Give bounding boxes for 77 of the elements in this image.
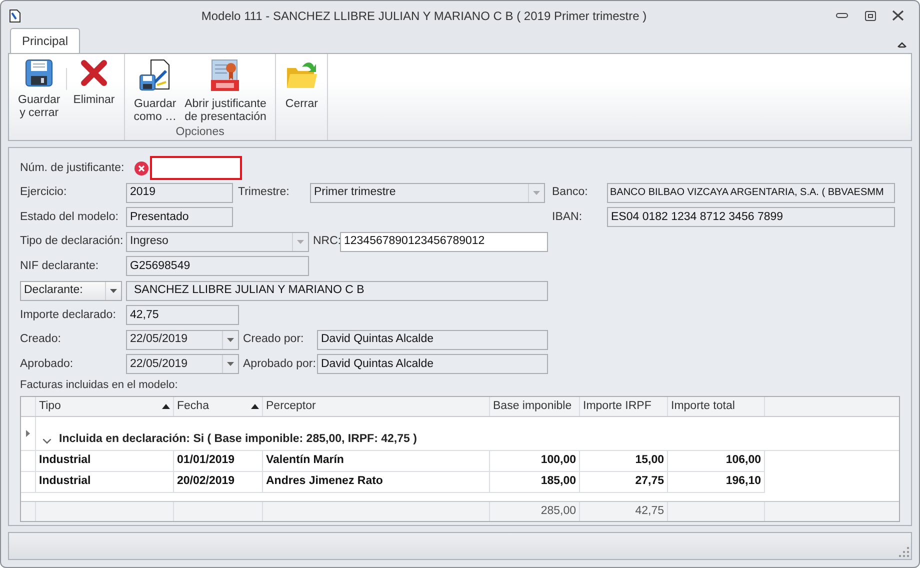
table-cell: 01/01/2019 xyxy=(174,450,263,472)
error-icon xyxy=(134,160,149,176)
table-cell: 196,10 xyxy=(668,472,765,493)
table-cell: Valentín Marín xyxy=(263,450,490,472)
aprobado-por-field[interactable]: David Quintas Alcalde xyxy=(317,354,548,374)
field-label: Ejercicio: xyxy=(20,185,68,200)
trimestre-combo[interactable]: Primer trimestre xyxy=(310,182,545,203)
total-cell-text: 285,00 xyxy=(540,504,576,519)
declarante-field[interactable]: SANCHEZ LLIBRE JULIAN Y MARIANO C B xyxy=(126,280,548,301)
table-cell: 27,75 xyxy=(580,472,668,493)
nif-field[interactable]: G25698549 xyxy=(126,256,309,276)
column-header[interactable]: Perceptor xyxy=(263,396,490,416)
chevron-down-icon[interactable] xyxy=(43,438,51,444)
ejercicio-field[interactable]: 2019 xyxy=(126,182,233,203)
ribbon-button[interactable]: Guardar y cerrar xyxy=(14,54,64,120)
collapse-ribbon-icon[interactable] xyxy=(897,41,907,48)
pdf-document-icon xyxy=(211,59,240,91)
declarante-combo[interactable]: Declarante: xyxy=(20,280,122,301)
tipo-combo[interactable]: Ingreso xyxy=(126,232,309,252)
ribbon-tab[interactable]: Principal xyxy=(10,28,80,53)
group-label: Opciones xyxy=(176,126,224,138)
field-label: NIF declarante: xyxy=(20,258,100,274)
table-cell: Industrial xyxy=(36,450,174,472)
field-label: Tipo de declaración: xyxy=(20,234,124,250)
table-cell: 100,00 xyxy=(490,450,580,472)
table-cell: Industrial xyxy=(36,472,174,493)
dropdown-icon xyxy=(297,240,304,244)
total-cell-text: 42,75 xyxy=(635,504,664,519)
resize-grip-icon[interactable] xyxy=(899,547,909,557)
ribbon-button[interactable]: Guardar como … xyxy=(130,54,181,124)
row-indicator-icon xyxy=(26,430,30,437)
creado-por-field[interactable]: David Quintas Alcalde xyxy=(317,330,548,350)
window-title: Modelo 111 - SANCHEZ LLIBRE JULIAN Y MARIANO C B ( 2019 Primer trimestre ) xyxy=(201,8,647,22)
field-label: IBAN: xyxy=(552,210,584,225)
dropdown-icon xyxy=(227,338,234,342)
column-header[interactable]: Fecha xyxy=(174,396,263,416)
justificante-field[interactable] xyxy=(150,156,242,180)
column-header[interactable]: Importe IRPF xyxy=(580,396,668,416)
cross-icon xyxy=(80,59,107,87)
estado-field[interactable]: Presentado xyxy=(126,207,233,228)
ribbon-button[interactable]: Eliminar xyxy=(69,54,119,120)
date-picker[interactable]: 22/05/2019 xyxy=(126,330,239,350)
ribbon-button[interactable]: Cerrar xyxy=(281,54,322,120)
importe-field[interactable]: 42,75 xyxy=(126,305,239,326)
grid-caption: Facturas incluidas en el modelo: xyxy=(20,378,178,390)
banco-field[interactable]: BANCO BILBAO VIZCAYA ARGENTARIA, S.A. ( BBVAESMM xyxy=(607,182,895,203)
dropdown-icon xyxy=(227,362,234,366)
field-label: Trimestre: xyxy=(238,185,290,200)
column-header[interactable]: Base imponible xyxy=(490,396,580,416)
table-cell: 106,00 xyxy=(668,450,765,472)
column-header[interactable]: Tipo xyxy=(36,396,174,416)
group-row[interactable]: Incluida en declaración: Si ( Base imponible: 285,00, IRPF: 42,75 ) xyxy=(36,416,420,450)
date-picker[interactable]: 22/05/2019 xyxy=(126,354,239,374)
close-icon[interactable] xyxy=(892,10,904,21)
field-label: Núm. de justificante: xyxy=(20,160,126,176)
field-label: Aprobado por: xyxy=(243,356,317,372)
minimize-icon[interactable] xyxy=(836,12,848,18)
app-icon xyxy=(9,8,21,22)
dropdown-icon xyxy=(533,190,540,195)
field-label: Creado por: xyxy=(243,332,305,348)
column-header[interactable]: Importe total xyxy=(668,396,765,416)
iban-field[interactable]: ES04 0182 1234 8712 3456 7899 xyxy=(607,207,895,228)
table-cell: 185,00 xyxy=(490,472,580,493)
table-cell: Andres Jimenez Rato xyxy=(263,472,490,493)
field-label: Creado: xyxy=(20,332,62,348)
field-label: NRC: xyxy=(313,234,340,250)
ribbon-button[interactable]: Abrir justificante de presentación xyxy=(180,54,270,124)
maximize-icon[interactable] xyxy=(864,10,876,20)
field-label: Aprobado: xyxy=(20,356,74,372)
field-label: Banco: xyxy=(552,185,589,200)
dropdown-icon xyxy=(110,288,117,293)
save-as-icon xyxy=(139,59,172,91)
field-label: Estado del modelo: xyxy=(20,210,120,225)
table-cell: 15,00 xyxy=(580,450,668,472)
table-cell: 20/02/2019 xyxy=(174,472,263,493)
nrc-field[interactable]: 1234567890123456789012 xyxy=(340,232,548,252)
field-label: Importe declarado: xyxy=(20,308,117,323)
